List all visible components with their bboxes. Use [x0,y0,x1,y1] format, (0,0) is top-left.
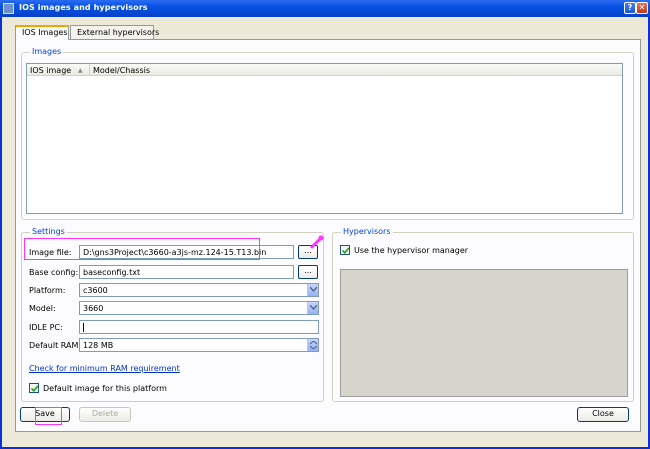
use-hypervisor-manager-label: Use the hypervisor manager [354,246,469,255]
default-ram-spinbox[interactable]: 128 MB [79,338,319,352]
base-config-label: Base config: [29,268,79,277]
platform-select[interactable]: c3600 [79,283,319,297]
idle-pc-label: IDLE PC: [29,323,63,332]
window-title: IOS images and hypervisors [19,3,148,12]
save-button-highlight [35,407,62,425]
base-config-browse-button[interactable]: ... [298,265,318,279]
model-select[interactable]: 3660 [79,301,319,315]
chevron-down-icon[interactable] [307,302,318,314]
column-model-chassis-label: Model/Chassis [93,66,150,75]
spin-arrows-icon[interactable] [307,339,318,351]
check-ram-requirement-link[interactable]: Check for minimum RAM requirement [29,364,180,373]
images-group-title: Images [30,47,64,56]
close-window-button[interactable]: ✕ [636,2,648,14]
hypervisors-group: Hypervisors Use the hypervisor manager [332,227,634,402]
images-list[interactable]: IOS image ▲ Model/Chassis [26,63,623,214]
close-button[interactable]: Close [577,407,629,422]
chevron-down-icon[interactable] [307,284,318,296]
hypervisors-group-title: Hypervisors [341,227,393,236]
column-ios-image-label: IOS image [30,66,72,75]
app-icon [3,3,14,14]
idle-pc-input[interactable] [79,320,319,334]
help-button[interactable]: ? [624,2,636,14]
default-ram-value: 128 MB [83,341,114,350]
default-image-checkbox[interactable] [29,383,39,393]
title-bar[interactable]: IOS images and hypervisors ? ✕ [0,0,650,17]
tab-ios-images[interactable]: IOS Images [15,25,69,40]
tab-panel-ios-images: Images IOS image ▲ Model/Chassis Setting… [15,39,641,432]
use-hypervisor-manager-checkbox[interactable] [340,245,350,255]
pen-annotation-icon [310,235,324,249]
settings-group-title: Settings [30,227,67,236]
hypervisor-list-area[interactable] [340,269,628,397]
tab-external-hypervisors[interactable]: External hypervisors [70,25,159,39]
model-select-value: 3660 [83,304,104,313]
platform-select-value: c3600 [83,286,108,295]
sort-ascending-icon: ▲ [78,67,83,74]
default-image-label: Default image for this platform [43,384,167,393]
column-model-chassis[interactable]: Model/Chassis [90,64,624,76]
base-config-input[interactable]: baseconfig.txt [79,265,294,279]
images-list-header: IOS image ▲ Model/Chassis [27,64,622,76]
image-file-highlight [24,238,260,260]
dialog-window: IOS images and hypervisors ? ✕ IOS Image… [0,0,650,449]
default-ram-label: Default RAM: [29,341,82,350]
delete-button[interactable]: Delete [79,407,131,422]
text-caret [83,323,84,332]
column-ios-image[interactable]: IOS image ▲ [27,64,90,76]
model-label: Model: [29,304,56,313]
platform-label: Platform: [29,286,66,295]
